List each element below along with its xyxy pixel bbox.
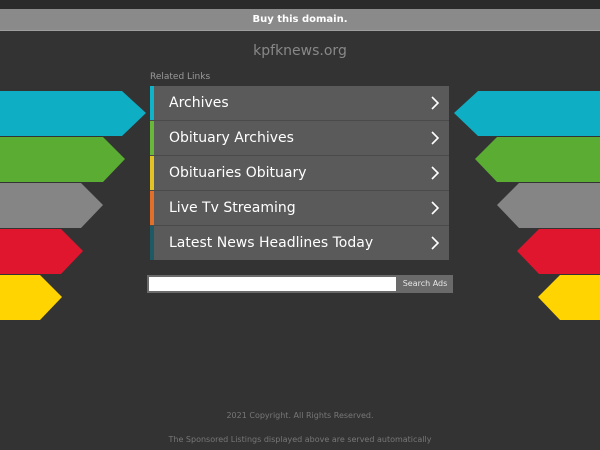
related-links-heading: Related Links [150,72,211,82]
chevron-right-icon [431,201,440,215]
related-link-obituaries-obituary[interactable]: Obituaries Obituary [150,156,449,191]
top-strip [0,0,600,9]
chevron-right-icon [431,96,440,110]
left-arrow-cyan [0,91,146,136]
right-arrow-cyan [454,91,600,136]
related-link-label: Obituary Archives [169,130,294,146]
related-link-obituary-archives[interactable]: Obituary Archives [150,121,449,156]
page: Buy this domain. kpfknews.org Related Li… [0,0,600,450]
chevron-right-icon [431,131,440,145]
left-arrow-green [0,137,125,182]
chevron-right-icon [431,166,440,180]
search-form: Search Ads [147,275,453,293]
left-arrow-red [0,229,83,274]
right-arrow-green [475,137,600,182]
right-arrow-gray [497,183,600,228]
link-color-stripe [150,191,154,225]
copyright-text: 2021 Copyright. All Rights Reserved. [226,411,374,420]
related-link-label: Archives [169,95,229,111]
link-color-stripe [150,156,154,190]
related-links-list: Archives Obituary Archives Obituaries Ob… [150,86,449,262]
related-link-label: Latest News Headlines Today [169,235,374,251]
related-link-label: Live Tv Streaming [169,200,296,216]
domain-title: kpfknews.org [253,43,347,59]
sponsored-disclaimer: The Sponsored Listings displayed above a… [168,435,432,444]
link-color-stripe [150,226,154,260]
right-arrow-yellow [538,275,600,320]
link-color-stripe [150,86,154,120]
related-link-label: Obituaries Obituary [169,165,307,181]
left-arrow-yellow [0,275,62,320]
left-arrow-gray [0,183,103,228]
related-link-live-tv-streaming[interactable]: Live Tv Streaming [150,191,449,226]
right-arrow-red [517,229,600,274]
link-color-stripe [150,121,154,155]
related-link-latest-news-headlines-today[interactable]: Latest News Headlines Today [150,226,449,260]
related-link-archives[interactable]: Archives [150,86,449,121]
chevron-right-icon [431,236,440,250]
buy-domain-link[interactable]: Buy this domain. [0,9,600,31]
search-ads-button[interactable]: Search Ads [397,275,453,293]
search-input[interactable] [147,275,398,293]
